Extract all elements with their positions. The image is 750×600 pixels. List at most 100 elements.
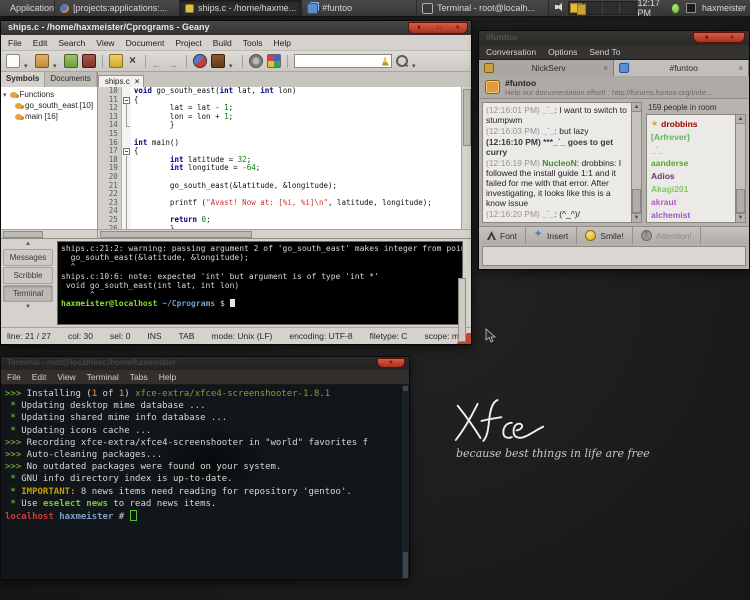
color-chooser-icon[interactable]	[267, 54, 281, 68]
editor-v-scrollbar[interactable]	[461, 87, 471, 229]
editor-tab-ships[interactable]: ships.c ×	[98, 75, 145, 87]
menu-options[interactable]: Options	[548, 47, 577, 57]
open-folder-icon[interactable]	[35, 54, 49, 68]
caret-icon[interactable]	[24, 55, 31, 67]
forward-icon[interactable]	[168, 55, 180, 67]
run-icon[interactable]	[249, 54, 263, 68]
tab-close-icon[interactable]: ×	[135, 77, 140, 86]
nick-item-aanderse[interactable]: aanderse	[651, 156, 735, 169]
embedded-terminal[interactable]: ships.c:21:2: warning: passing argument …	[57, 241, 463, 325]
find-icon[interactable]	[396, 55, 408, 67]
nick-item--[interactable]: _`_	[651, 143, 735, 156]
display-tray-icon[interactable]	[686, 3, 696, 13]
build-icon[interactable]	[211, 54, 225, 68]
menu-help[interactable]: Help	[274, 38, 291, 48]
menu-tabs[interactable]: Tabs	[130, 372, 148, 382]
volume-icon[interactable]	[555, 2, 562, 13]
embedded-terminal-scrollbar[interactable]	[458, 278, 466, 342]
menu-document[interactable]: Document	[126, 38, 165, 48]
nick-item-akraut[interactable]: akraut	[651, 195, 735, 208]
menu-project[interactable]: Project	[175, 38, 201, 48]
close-doc-icon[interactable]	[127, 55, 139, 67]
nick-item-drobbins[interactable]: ★drobbins	[651, 117, 735, 130]
scroll-up-icon[interactable]: ▲	[736, 115, 745, 124]
menu-conversation[interactable]: Conversation	[486, 47, 536, 57]
clear-icon[interactable]	[382, 57, 389, 66]
workspace-3[interactable]	[603, 2, 620, 14]
menu-file[interactable]: File	[8, 38, 22, 48]
tab-close-icon[interactable]: ×	[603, 64, 608, 73]
nick-item--arfrever-[interactable]: [Arfrever]	[651, 130, 735, 143]
chat-tab--funtoo[interactable]: #funtoo×	[614, 60, 749, 76]
menu-file[interactable]: File	[7, 372, 21, 382]
window-controls[interactable]: ∨×	[693, 32, 745, 43]
taskbar-button--projects-applications-[interactable]: [projects:applications:...	[55, 0, 180, 16]
menu-view[interactable]: View	[57, 372, 75, 382]
search-entry[interactable]	[294, 54, 392, 68]
terminal-scrollbar[interactable]	[402, 385, 409, 579]
close-icon[interactable]: ×	[730, 35, 734, 41]
menu-edit[interactable]: Edit	[33, 38, 48, 48]
font-button[interactable]: Font	[479, 227, 526, 244]
minimize-icon[interactable]: ∨	[704, 35, 709, 41]
maximize-icon[interactable]: □	[437, 25, 441, 31]
save-icon[interactable]	[64, 54, 78, 68]
menu-search[interactable]: Search	[58, 38, 85, 48]
nick-list[interactable]: ★drobbins[Arfrever]_`_aanderseAdiosAkagi…	[647, 115, 735, 222]
terminal-titlebar[interactable]: Terminal - root@localhost:/home/haxmeist…	[1, 357, 409, 370]
applications-menu-button[interactable]: Applications	[0, 0, 55, 16]
scroll-up-icon[interactable]: ▲	[3, 240, 53, 248]
scroll-up-icon[interactable]: ▲	[632, 103, 641, 112]
window-controls[interactable]: ×	[377, 358, 405, 368]
network-status-icon[interactable]	[671, 3, 680, 14]
taskbar-button-ships-c-home-haxme-[interactable]: ships.c - /home/haxme...	[180, 0, 302, 16]
workspace-4[interactable]	[620, 2, 636, 14]
nicks-scrollbar[interactable]: ▲▼	[735, 115, 745, 222]
messages-scrollbar[interactable]: ▲▼	[631, 103, 641, 222]
chat-tab-nickserv[interactable]: NickServ×	[479, 60, 614, 76]
tab-close-icon[interactable]: ×	[738, 64, 743, 73]
sidebar-tab-symbols[interactable]: Symbols	[1, 72, 45, 87]
scrollbar-thumb[interactable]	[632, 189, 641, 213]
tree-root[interactable]: ▾Functions	[3, 89, 97, 100]
menu-terminal[interactable]: Terminal	[87, 372, 119, 382]
menu-edit[interactable]: Edit	[32, 372, 47, 382]
back-icon[interactable]	[152, 55, 164, 67]
tree-item-main-16-[interactable]: main [16]	[3, 111, 97, 122]
nick-item-adios[interactable]: Adios	[651, 169, 735, 182]
tree-item-go-south-east-10-[interactable]: go_south_east [10]	[3, 100, 97, 111]
save-all-icon[interactable]	[82, 54, 96, 68]
fold-box-icon[interactable]	[123, 97, 130, 104]
workspace-1[interactable]	[569, 2, 586, 14]
menu-view[interactable]: View	[96, 38, 114, 48]
scroll-down-icon[interactable]: ▼	[736, 213, 745, 222]
menu-help[interactable]: Help	[159, 372, 176, 382]
caret-icon[interactable]	[412, 55, 419, 67]
workspace-pager[interactable]	[568, 1, 637, 15]
caret-icon[interactable]	[229, 55, 236, 67]
sidebar-h-scrollbar[interactable]	[1, 229, 97, 238]
compile-icon[interactable]	[193, 54, 207, 68]
sidebar-tab-documents[interactable]: Documents	[45, 72, 96, 87]
window-controls[interactable]: ∨ □ ×	[408, 22, 468, 34]
new-file-icon[interactable]	[6, 54, 20, 68]
code-area[interactable]: 10void go_south_east(int lat, int lon)11…	[98, 87, 461, 229]
user-action-button[interactable]: haxmeister	[702, 3, 746, 13]
nick-item-akagi201[interactable]: Akagi201	[651, 182, 735, 195]
minimize-icon[interactable]: ∨	[417, 25, 422, 31]
revert-icon[interactable]	[109, 54, 123, 68]
scroll-down-icon[interactable]: ▼	[3, 303, 53, 311]
close-icon[interactable]: ×	[389, 360, 393, 366]
terminal-body[interactable]: >>> Installing (1 of 1) xfce-extra/xfce4…	[1, 385, 409, 579]
panel-tab-scribble[interactable]: Scribble	[3, 267, 53, 284]
scroll-down-icon[interactable]: ▼	[632, 213, 641, 222]
insert-button[interactable]: Insert	[526, 227, 577, 244]
nick-item-alchemist[interactable]: alchemist	[651, 208, 735, 221]
taskbar-button--funtoo[interactable]: #funtoo	[302, 0, 417, 16]
message-list[interactable]: (12:16:01 PM) _`_: I want to switch to s…	[483, 103, 631, 222]
symbols-tree[interactable]: ▾Functionsgo_south_east [10]main [16]	[1, 87, 97, 229]
attention-button[interactable]: Attention!	[633, 227, 701, 244]
close-icon[interactable]: ×	[456, 25, 460, 31]
caret-icon[interactable]	[53, 55, 60, 67]
panel-tab-messages[interactable]: Messages	[3, 249, 53, 266]
